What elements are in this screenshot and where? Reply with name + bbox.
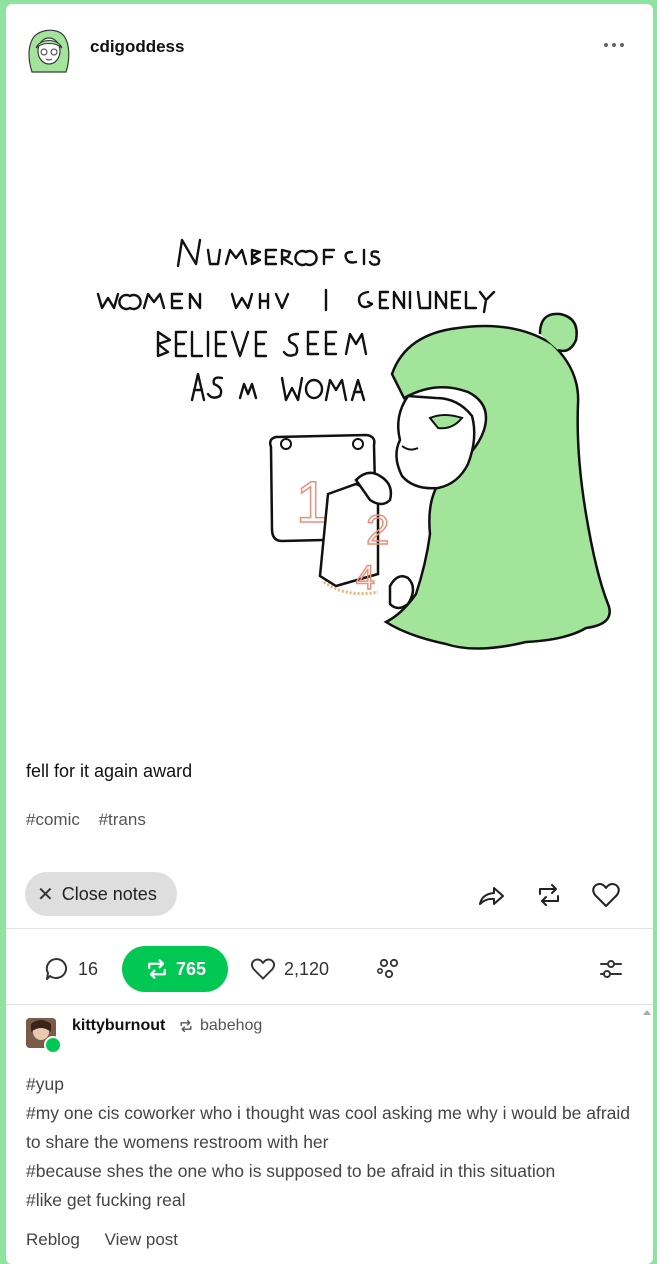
- replies-tab[interactable]: 16: [44, 956, 98, 982]
- heart-icon: [250, 958, 276, 980]
- note-via-username: babehog: [200, 1017, 263, 1034]
- note-reblogged-from[interactable]: babehog: [178, 1017, 262, 1035]
- reblogs-tab[interactable]: 765: [122, 946, 228, 992]
- close-icon: ✕: [37, 883, 54, 906]
- post-tags: #comic #trans: [26, 810, 160, 830]
- comic-image: 1 2 4: [96, 238, 611, 650]
- author-avatar[interactable]: [26, 26, 72, 76]
- likes-tab[interactable]: 2,120: [250, 956, 329, 982]
- close-notes-button[interactable]: ✕ Close notes: [25, 872, 177, 916]
- divider: [6, 1004, 653, 1005]
- calendar-number-1: 1: [296, 470, 328, 535]
- calendar-number-4: 4: [356, 559, 375, 597]
- scroll-up-arrow[interactable]: [643, 1010, 651, 1015]
- post-author[interactable]: cdigoddess: [90, 37, 184, 57]
- tag-comic[interactable]: #comic: [26, 810, 80, 829]
- note-tags: #yup #my one cis coworker who i thought …: [26, 1070, 636, 1215]
- post-card: cdigoddess 1 2 4 fell for it again award…: [6, 4, 653, 1264]
- note-tag-line: #like get fucking real: [26, 1190, 186, 1210]
- replies-count: 16: [78, 958, 99, 979]
- reblog-badge-icon: [44, 1036, 62, 1054]
- note-view-post-link[interactable]: View post: [105, 1230, 178, 1249]
- comment-icon: [45, 957, 68, 980]
- reblog-icon[interactable]: [534, 880, 564, 910]
- sliders-icon: [600, 960, 622, 978]
- reblog-icon: [148, 959, 166, 979]
- notes-bar: 16 765 2,120: [6, 932, 653, 1004]
- note-reblog-link[interactable]: Reblog: [26, 1230, 80, 1249]
- note-actions: Reblog View post: [26, 1230, 198, 1250]
- tag-trans[interactable]: #trans: [99, 810, 146, 829]
- note-tag-line: #because shes the one who is supposed to…: [26, 1161, 556, 1181]
- share-icon[interactable]: [476, 880, 506, 910]
- note-tag-line: #my one cis coworker who i thought was c…: [26, 1103, 631, 1152]
- post-caption: fell for it again award: [26, 761, 193, 781]
- post-header: cdigoddess: [6, 4, 653, 84]
- likes-count: 2,120: [284, 958, 330, 979]
- notes-filter-button[interactable]: [598, 956, 632, 982]
- reblogs-count: 765: [175, 958, 207, 979]
- divider: [6, 928, 653, 929]
- note-tag-line: #yup: [26, 1074, 64, 1094]
- community-tab[interactable]: [376, 956, 410, 982]
- reblog-icon: [180, 1019, 192, 1033]
- heart-icon[interactable]: [591, 880, 621, 910]
- more-options-icon[interactable]: [600, 34, 630, 54]
- community-icon: [376, 958, 399, 979]
- calendar-number-2: 2: [366, 506, 389, 553]
- close-notes-label: Close notes: [61, 883, 157, 904]
- note-username[interactable]: kittyburnout: [72, 1017, 165, 1035]
